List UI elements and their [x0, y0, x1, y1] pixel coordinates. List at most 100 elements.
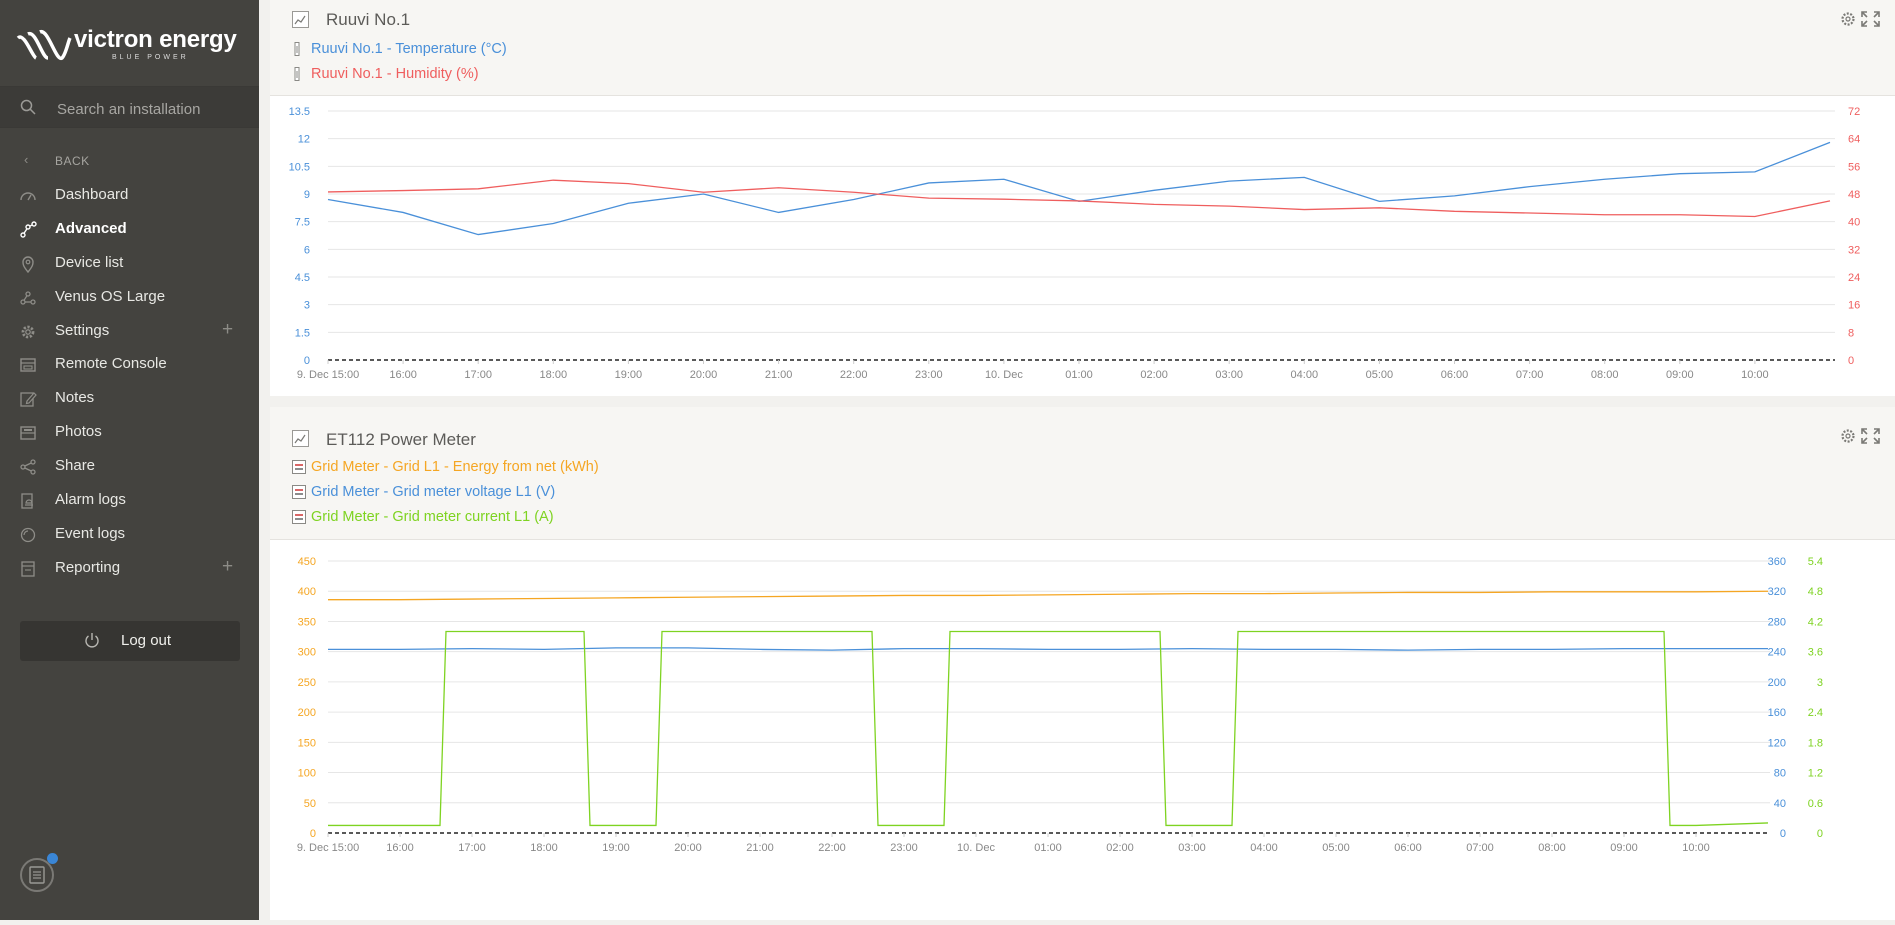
x-tick-label: 04:00 — [1250, 842, 1278, 854]
search-icon — [20, 99, 36, 115]
x-tick-label: 20:00 — [674, 842, 702, 854]
series-line — [328, 590, 1769, 601]
x-tick-label: 07:00 — [1516, 369, 1544, 381]
y-tick-label: 40 — [1774, 798, 1786, 810]
y-tick-label: 1.2 — [1808, 768, 1823, 780]
ruuvi-chart[interactable]: 0 1.5 3 4.5 6 7.5 9 10.5 12 13.5 0 8 16 24 32 40 48 56 64 7… — [270, 96, 1895, 396]
sidebar-item-alarm-logs[interactable]: Alarm logs — [0, 485, 259, 515]
sidebar-item-label: Notes — [55, 389, 95, 406]
legend-label: Grid Meter - Grid meter current L1 (A) — [311, 509, 554, 525]
console-icon — [20, 358, 36, 372]
y-tick-label: 160 — [1768, 707, 1786, 719]
y-tick-label: 40 — [1848, 217, 1860, 229]
gear-icon[interactable] — [1841, 429, 1855, 443]
sidebar-item-device-list[interactable]: Device list — [0, 248, 259, 278]
x-tick-label: 23:00 — [915, 369, 943, 381]
expand-icon[interactable] — [1861, 11, 1880, 27]
y-tick-label: 240 — [1768, 647, 1786, 659]
x-tick-label: 01:00 — [1065, 369, 1093, 381]
notification-dot — [47, 853, 58, 864]
victron-logo[interactable]: victron energy BLUE POWER — [16, 24, 246, 68]
expand-icon[interactable] — [1861, 428, 1880, 444]
sidebar-item-dashboard[interactable]: Dashboard — [0, 180, 259, 210]
panel-header: Ruuvi No.1 Ruuvi No.1 - Temperature (°C)… — [270, 0, 1895, 96]
x-tick-label: 20:00 — [690, 369, 718, 381]
x-tick-label: 17:00 — [458, 842, 486, 854]
sidebar-item-venus-os-large[interactable]: Venus OS Large — [0, 282, 259, 312]
x-tick-label: 07:00 — [1466, 842, 1494, 854]
x-tick-label: 9. Dec 15:00 — [297, 842, 359, 854]
x-tick-label: 06:00 — [1394, 842, 1422, 854]
y-tick-label: 5.4 — [1808, 556, 1823, 568]
sidebar-item-share[interactable]: Share — [0, 451, 259, 481]
sidebar-item-photos[interactable]: Photos — [0, 417, 259, 447]
sidebar: victron energy BLUE POWER ‹ BACK Dashboa… — [0, 0, 259, 920]
y-tick-label: 80 — [1774, 768, 1786, 780]
pin-icon — [22, 256, 34, 273]
legend-label: Ruuvi No.1 - Temperature (°C) — [311, 41, 507, 57]
y-tick-label: 56 — [1848, 161, 1860, 173]
y-tick-label: 50 — [304, 798, 316, 810]
y-tick-label: 8 — [1848, 327, 1854, 339]
y-tick-label: 12 — [298, 134, 310, 146]
y-tick-label: 3 — [304, 300, 310, 312]
x-tick-label: 19:00 — [615, 369, 643, 381]
y-tick-label: 1.5 — [295, 327, 310, 339]
search-input[interactable] — [55, 97, 249, 121]
sidebar-item-label: Photos — [55, 423, 102, 440]
y-tick-label: 4.8 — [1808, 586, 1823, 598]
y-tick-label: 0 — [304, 355, 310, 367]
y-tick-label: 200 — [298, 707, 316, 719]
et112-chart[interactable]: 0 50 100 150 200 250 300 350 400 450 0 40 80 120 160 20… — [270, 540, 1895, 920]
x-tick-label: 23:00 — [890, 842, 918, 854]
sidebar-item-event-logs[interactable]: Event logs — [0, 519, 259, 549]
y-tick-label: 0 — [310, 828, 316, 840]
x-tick-label: 22:00 — [840, 369, 868, 381]
help-button[interactable] — [20, 853, 58, 892]
et112-panel: ET112 Power Meter Grid Meter - Grid L1 -… — [270, 407, 1895, 920]
sidebar-item-reporting[interactable]: Reporting + — [0, 553, 259, 583]
back-label: BACK — [55, 154, 90, 168]
sidebar-item-notes[interactable]: Notes — [0, 383, 259, 413]
photo-icon — [20, 426, 36, 440]
back-link[interactable]: ‹ BACK — [0, 150, 259, 172]
y-tick-label: 32 — [1848, 244, 1860, 256]
logo-mark-icon — [16, 30, 72, 60]
x-tick-label: 05:00 — [1366, 369, 1394, 381]
logout-button[interactable]: Log out — [20, 621, 240, 661]
x-tick-label: 19:00 — [602, 842, 630, 854]
meter-icon — [292, 460, 306, 474]
sidebar-item-label: Advanced — [55, 220, 127, 237]
expand-plus-icon[interactable]: + — [222, 556, 233, 578]
x-tick-label: 10:00 — [1741, 369, 1769, 381]
ruuvi-panel: Ruuvi No.1 Ruuvi No.1 - Temperature (°C)… — [270, 0, 1895, 396]
y-tick-label: 1.8 — [1808, 737, 1823, 749]
y-tick-label: 350 — [298, 616, 316, 628]
advanced-icon — [20, 221, 37, 238]
x-tick-label: 06:00 — [1441, 369, 1469, 381]
series-line — [328, 630, 1769, 827]
dashboard-icon — [20, 192, 36, 201]
x-tick-label: 22:00 — [818, 842, 846, 854]
y-tick-label: 13.5 — [289, 106, 310, 118]
gear-icon — [21, 325, 35, 339]
sidebar-item-label: Event logs — [55, 525, 126, 542]
sidebar-item-settings[interactable]: Settings + — [0, 316, 259, 346]
y-tick-label: 24 — [1848, 272, 1860, 284]
y-tick-label: 7.5 — [295, 217, 310, 229]
expand-plus-icon[interactable]: + — [222, 319, 233, 341]
y-tick-label: 400 — [298, 586, 316, 598]
x-tick-label: 9. Dec 15:00 — [297, 369, 359, 381]
y-tick-label: 0 — [1817, 828, 1823, 840]
series-line — [328, 647, 1768, 651]
power-icon — [85, 633, 99, 648]
x-tick-label: 08:00 — [1591, 369, 1619, 381]
gear-icon[interactable] — [1841, 12, 1855, 26]
y-tick-label: 150 — [298, 737, 316, 749]
sidebar-item-remote-console[interactable]: Remote Console — [0, 349, 259, 379]
sidebar-item-advanced[interactable]: Advanced — [0, 214, 259, 244]
y-tick-label: 9 — [304, 189, 310, 201]
chart-area: 0 1.5 3 4.5 6 7.5 9 10.5 12 13.5 0 8 16 24 32 40 48 56 64 7… — [270, 96, 1895, 396]
legend-label: Grid Meter - Grid meter voltage L1 (V) — [311, 484, 556, 500]
y-tick-label: 360 — [1768, 556, 1786, 568]
